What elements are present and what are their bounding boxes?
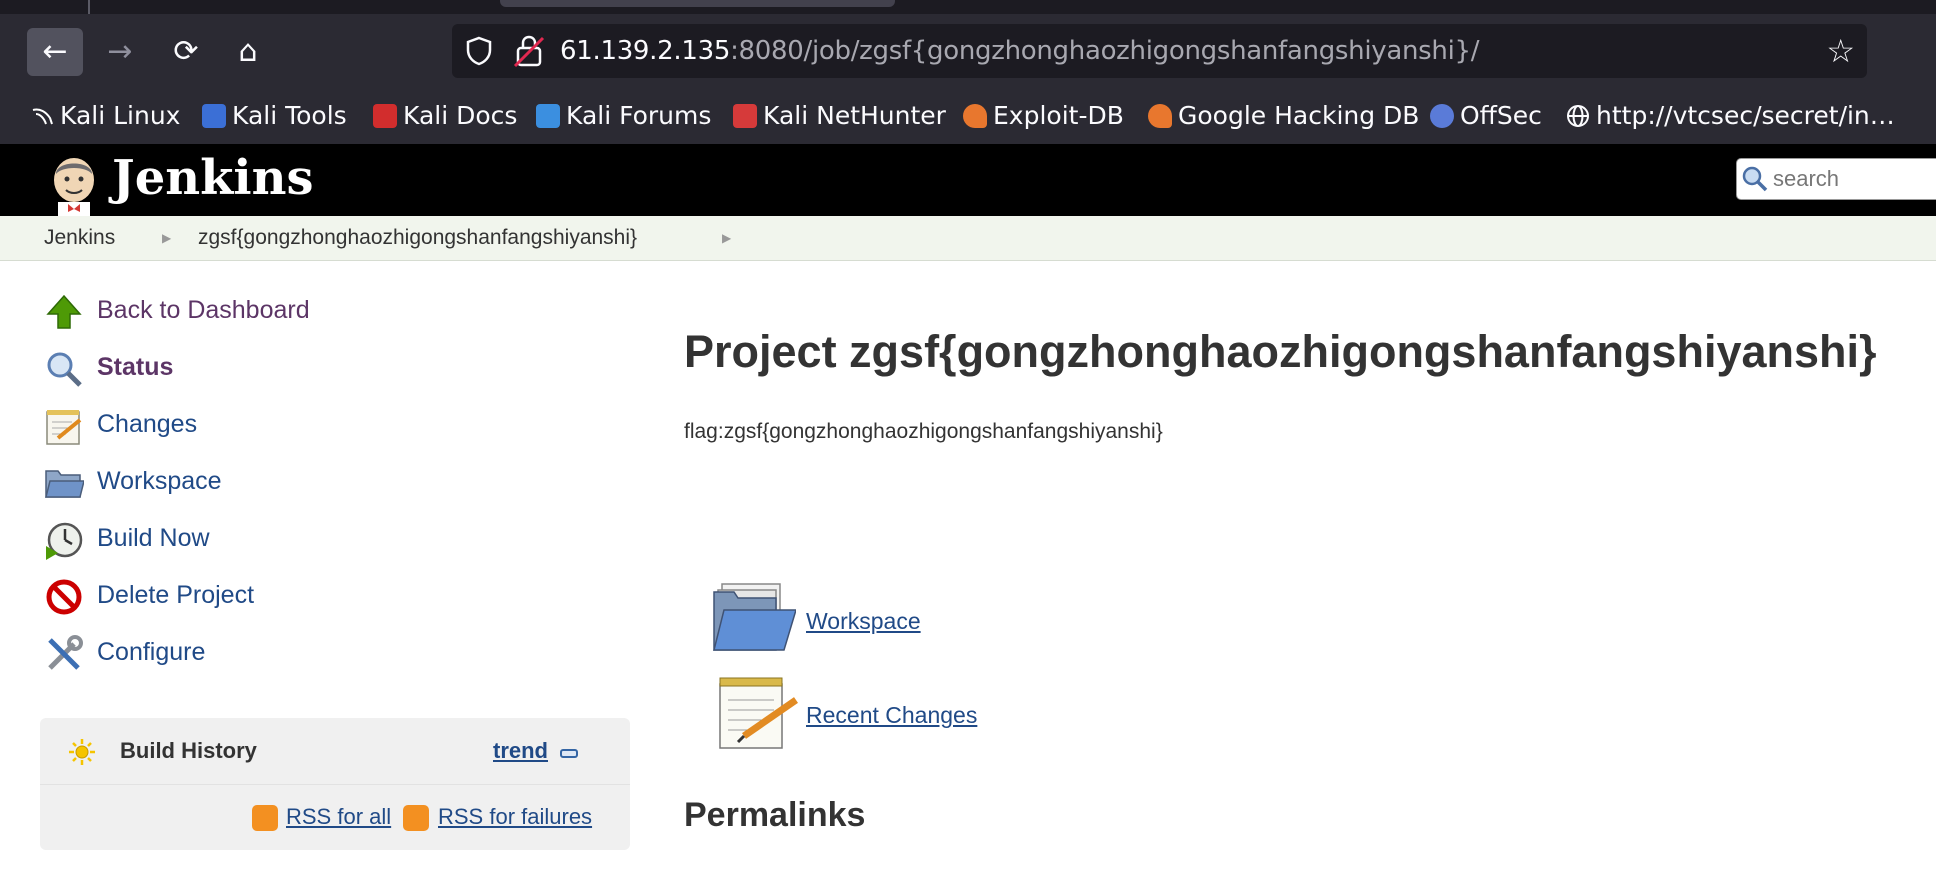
bookmark-vtcsec[interactable]: http://vtcsec/secret/in…: [1566, 88, 1895, 144]
exploit-db-icon: [963, 104, 987, 128]
search-input[interactable]: [1771, 163, 1936, 195]
collapse-icon[interactable]: [560, 749, 578, 758]
up-arrow-icon: [46, 294, 82, 329]
bookmark-google-hacking-db[interactable]: Google Hacking DB: [1148, 88, 1419, 144]
workspace-folder-icon[interactable]: [712, 580, 796, 654]
breadcrumb: Jenkins ▶ zgsf{gongzhonghaozhigongshanfa…: [0, 216, 1936, 261]
browser-tab[interactable]: [500, 0, 895, 7]
rss-icon[interactable]: [252, 805, 278, 831]
clock-icon: [46, 522, 83, 560]
build-history-panel: Build History trend RSS for all RSS for …: [40, 718, 630, 850]
ghdb-icon: [1148, 104, 1172, 128]
browser-nav-bar: ← → ⟳ ⌂ 61.139.2.135:8080/job/zgsf{gongz…: [0, 14, 1936, 88]
reload-button[interactable]: ⟳: [158, 28, 214, 76]
url-host: 61.139.2.135: [560, 36, 731, 66]
project-description: flag:zgsf{gongzhonghaozhigongshanfangshi…: [684, 420, 1163, 443]
search-box[interactable]: [1736, 158, 1936, 200]
breadcrumb-arrow-icon[interactable]: ▶: [722, 216, 731, 260]
workspace-link[interactable]: Workspace: [806, 608, 921, 635]
tools-icon: [48, 635, 83, 670]
tab-separator: [88, 0, 90, 14]
globe-icon: [1567, 105, 1589, 127]
kali-dragon-icon: [32, 108, 53, 125]
bookmark-kali-docs[interactable]: Kali Docs: [373, 88, 517, 144]
breadcrumb-project[interactable]: zgsf{gongzhonghaozhigongshanfangshiyansh…: [198, 216, 637, 260]
back-button[interactable]: ←: [27, 28, 83, 76]
breadcrumb-arrow-icon[interactable]: ▶: [162, 216, 171, 260]
rss-failures-link[interactable]: RSS for failures: [438, 804, 592, 830]
recent-changes-link[interactable]: Recent Changes: [806, 702, 977, 729]
home-button[interactable]: ⌂: [220, 28, 276, 76]
search-icon: [1742, 166, 1768, 192]
task-label[interactable]: Changes: [97, 410, 197, 439]
kali-forums-icon: [536, 104, 560, 128]
trend-link[interactable]: trend: [493, 738, 548, 764]
kali-tools-icon: [202, 104, 226, 128]
permalinks-heading: Permalinks: [684, 796, 866, 834]
task-label[interactable]: Status: [97, 353, 173, 382]
bookmark-exploit-db[interactable]: Exploit-DB: [963, 88, 1124, 144]
browser-tab-strip: [0, 0, 1936, 14]
task-label[interactable]: Back to Dashboard: [97, 296, 310, 325]
bookmark-offsec[interactable]: OffSec: [1430, 88, 1542, 144]
bookmark-kali-tools[interactable]: Kali Tools: [202, 88, 347, 144]
rss-icon[interactable]: [403, 805, 429, 831]
bookmark-kali-forums[interactable]: Kali Forums: [536, 88, 711, 144]
task-label[interactable]: Delete Project: [97, 581, 254, 610]
bookmark-kali-linux[interactable]: Kali Linux: [30, 88, 180, 144]
url-text[interactable]: 61.139.2.135:8080/job/zgsf{gongzhonghaoz…: [560, 36, 1480, 66]
build-history-title: Build History: [120, 738, 257, 763]
rss-all-link[interactable]: RSS for all: [286, 804, 391, 830]
magnifier-icon: [47, 352, 82, 387]
offsec-icon: [1430, 104, 1454, 128]
sun-icon: [69, 739, 95, 765]
no-entry-icon: [46, 579, 82, 615]
jenkins-title[interactable]: Jenkins: [112, 148, 314, 208]
address-bar[interactable]: 61.139.2.135:8080/job/zgsf{gongzhonghaoz…: [452, 24, 1867, 78]
shield-icon[interactable]: [462, 34, 496, 68]
build-history-header: Build History trend: [40, 718, 630, 785]
bookmark-kali-nethunter[interactable]: Kali NetHunter: [733, 88, 946, 144]
folder-icon: [45, 470, 84, 498]
insecure-lock-icon[interactable]: [512, 33, 546, 69]
task-label[interactable]: Workspace: [97, 467, 222, 496]
notepad-icon: [46, 410, 82, 445]
forward-button[interactable]: →: [92, 28, 148, 76]
jenkins-butler-logo-icon[interactable]: [44, 152, 104, 216]
bookmarks-toolbar: Kali Linux Kali Tools Kali Docs Kali For…: [0, 88, 1936, 144]
recent-changes-notepad-icon[interactable]: [716, 674, 800, 752]
url-path: :8080/job/zgsf{gongzhonghaozhigongshanfa…: [730, 36, 1480, 66]
kali-nethunter-icon: [733, 104, 757, 128]
page-title: Project zgsf{gongzhonghaozhigongshanfang…: [684, 326, 1877, 377]
bookmark-star-icon[interactable]: ☆: [1826, 32, 1855, 70]
breadcrumb-jenkins[interactable]: Jenkins: [44, 216, 115, 260]
task-label[interactable]: Build Now: [97, 524, 210, 553]
kali-docs-icon: [373, 104, 397, 128]
task-label[interactable]: Configure: [97, 638, 205, 667]
